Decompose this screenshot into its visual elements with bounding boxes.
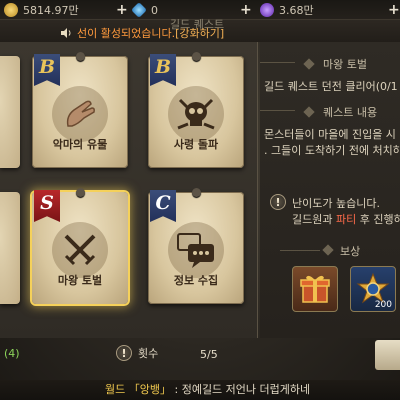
pin-icon [192, 188, 201, 197]
accept-quest-button[interactable] [375, 340, 400, 370]
pin-icon [76, 188, 85, 197]
quest-card-label: 악마의 유물 [52, 138, 108, 151]
add-purple-button[interactable]: + [388, 2, 400, 18]
reward-head: 보상 [340, 245, 361, 258]
gem-amount: 0 [151, 3, 158, 17]
gift-box-icon [300, 275, 330, 303]
purple-orb-icon [260, 3, 274, 17]
difficulty-text-a: 길드원과 [292, 213, 336, 226]
content-head: 퀘스트 내용 [323, 106, 378, 119]
difficulty-line1: 난이도가 높습니다. [292, 197, 380, 210]
difficulty-line2: 길드원과 파티 후 진행하 [292, 211, 400, 227]
divider [260, 62, 295, 63]
add-gem-button[interactable]: + [240, 2, 252, 18]
hand-icon [52, 86, 108, 142]
attempts-label: 횟수 [138, 347, 159, 360]
gem-currency: 0 [131, 2, 158, 18]
divider [280, 250, 320, 251]
rank-badge: B [34, 54, 60, 86]
speaker-icon [61, 28, 71, 38]
diamond-icon [303, 58, 315, 70]
quest-card-label: 사령 돌파 [173, 138, 219, 151]
party-keyword: 파티 [335, 213, 357, 226]
skull-icon [168, 86, 224, 142]
chat-sender: 「앙뱅」 [128, 383, 171, 396]
notice-text: 선이 활성되었습니다. [77, 27, 176, 40]
reward-header: 보상 [280, 243, 361, 259]
exclamation-icon: ! [270, 194, 286, 210]
quest-content-line2: . 그들이 도착하기 전에 처치하 [264, 144, 400, 157]
divider [260, 110, 295, 111]
gem-icon [131, 2, 147, 18]
chat-bar[interactable]: 월드 「앙뱅」 : 정예길드 저언나 더럽게하네 [0, 380, 400, 400]
quest-content-line1: 몬스터들이 마을에 진입을 시 [264, 128, 396, 141]
gold-currency: 5814.97만 [4, 2, 79, 18]
quest-card-label: 마왕 토벌 [57, 274, 103, 287]
enhance-link[interactable]: [강화하기] [175, 25, 224, 41]
pin-icon [76, 52, 85, 61]
attempts-row: ! 횟수 [116, 345, 158, 361]
pin-icon [192, 52, 201, 61]
exclamation-icon: ! [116, 345, 132, 361]
gold-coin-icon [4, 3, 18, 17]
rank-badge: B [150, 54, 176, 86]
diamond-icon [303, 106, 315, 118]
reward-item-gift-box[interactable] [292, 266, 338, 312]
add-gold-button[interactable]: + [116, 2, 128, 18]
reward-item-star-medal[interactable]: 200 [350, 266, 396, 312]
crossed-swords-icon [52, 222, 108, 278]
quest-card-undead-breakthrough[interactable]: B 사령 돌파 [148, 52, 244, 168]
gold-amount: 5814.97만 [23, 4, 79, 17]
quest-card-label: 정보 수집 [173, 274, 219, 287]
quest-card-info-gathering[interactable]: C 정보 수집 [148, 188, 244, 304]
quest-card-demon-relic[interactable]: B 악마의 유물 [32, 52, 128, 168]
purple-currency: 3.68만 [260, 2, 314, 18]
quest-card-demon-king-subjugation[interactable]: S 마왕 토벌 [32, 188, 128, 304]
attempts-value: 5/5 [200, 348, 218, 361]
chat-message: : 정예길드 저언나 더럽게하네 [174, 383, 311, 396]
purple-amount: 3.68만 [279, 4, 314, 17]
difficulty-text-c: 후 진행하 [356, 213, 400, 226]
quest-title-header: 마왕 토벌 [260, 56, 367, 72]
quest-card-partial-bottom[interactable] [0, 192, 20, 304]
chat-channel: 월드 [105, 383, 126, 396]
quest-goal: 길드 퀘스트 던전 클리어(0/1 [264, 80, 398, 93]
notice-banner: 선이 활성되었습니다. [강화하기] [60, 25, 224, 41]
quest-title: 마왕 토벌 [323, 58, 367, 71]
quest-card-partial-top[interactable] [0, 56, 20, 168]
rank-badge: S [34, 190, 60, 222]
quest-content-header: 퀘스트 내용 [260, 104, 378, 120]
reward-count: 200 [374, 300, 392, 310]
rank-badge: C [150, 190, 176, 222]
speech-bubble-icon [168, 222, 224, 278]
progress-count: (4) [4, 347, 20, 360]
